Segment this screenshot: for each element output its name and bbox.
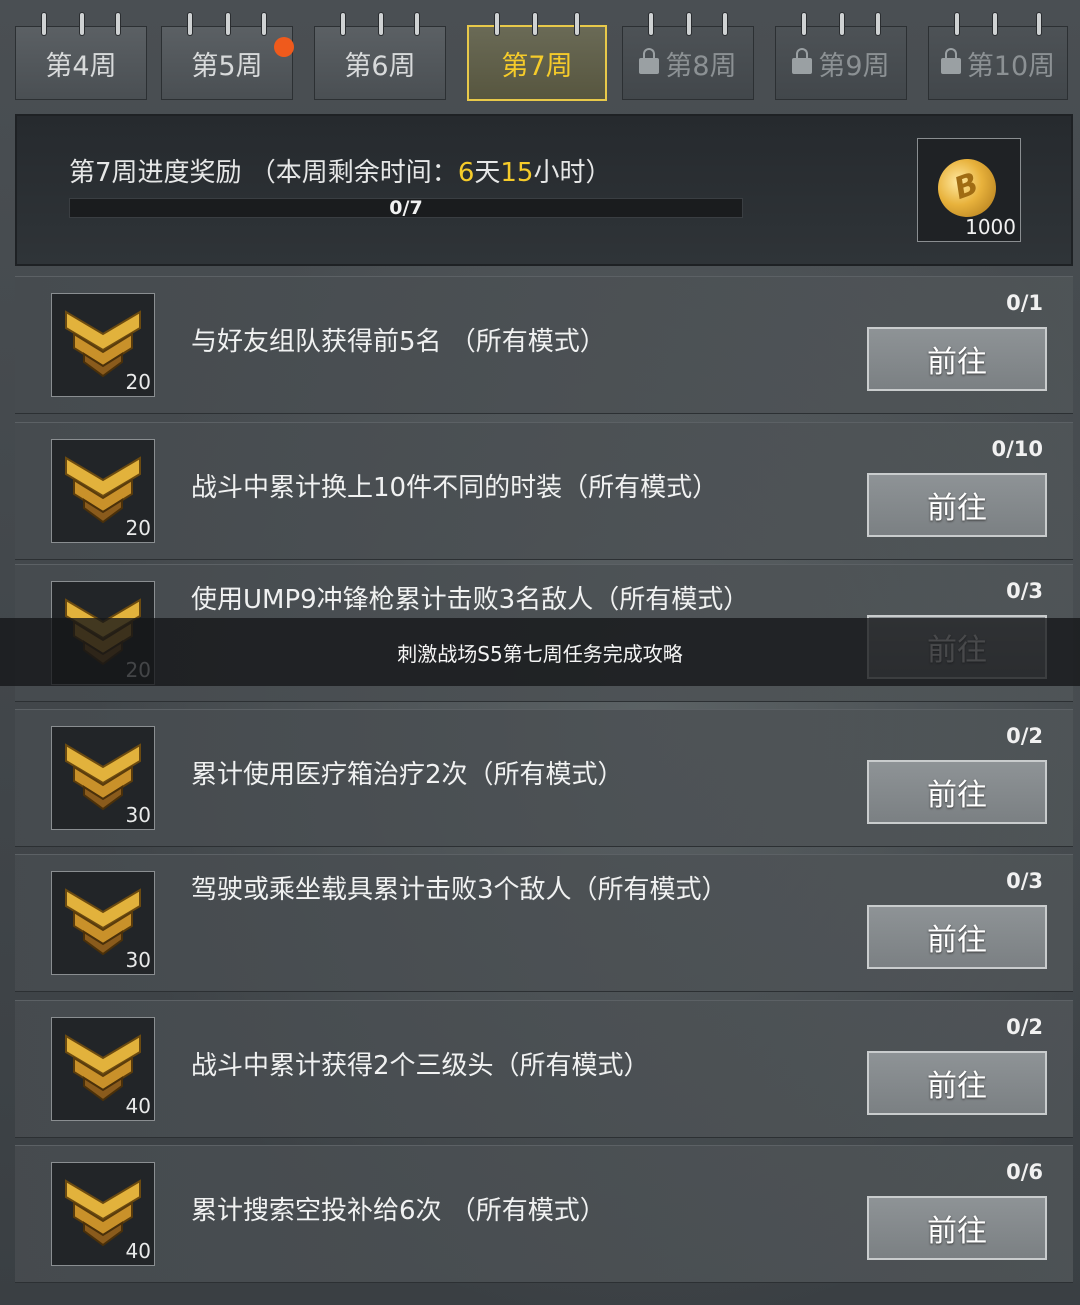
mission-row: 40 战斗中累计获得2个三级头（所有模式） 0/2 前往	[15, 1000, 1073, 1138]
progress-reward[interactable]: B 1000	[917, 138, 1021, 242]
mission-reward: 40	[51, 1017, 155, 1121]
tab-week-9[interactable]: 第9周	[775, 13, 907, 100]
mission-reward: 30	[51, 871, 155, 975]
mission-progress: 0/3	[1006, 579, 1043, 603]
mission-progress: 0/10	[991, 437, 1043, 461]
mission-row: 20 战斗中累计换上10件不同的时装（所有模式） 0/10 前往	[15, 422, 1073, 560]
go-button[interactable]: 前往	[867, 760, 1047, 824]
mission-progress: 0/2	[1006, 1015, 1043, 1039]
tab-label: 第6周	[344, 50, 416, 82]
go-button[interactable]: 前往	[867, 905, 1047, 969]
tab-label: 第10周	[966, 50, 1056, 82]
mission-points: 30	[125, 803, 151, 827]
caption-text: 刺激战场S5第七周任务完成攻略	[397, 641, 683, 666]
go-button[interactable]: 前往	[867, 327, 1047, 391]
mission-row: 20 与好友组队获得前5名 （所有模式） 0/1 前往	[15, 276, 1073, 414]
progress-count: 0/7	[389, 197, 423, 219]
tab-week-10[interactable]: 第10周	[928, 13, 1068, 100]
lock-icon	[639, 48, 660, 74]
mission-points: 20	[125, 516, 151, 540]
hours-remaining: 15	[500, 158, 534, 188]
mission-points: 40	[125, 1239, 151, 1263]
go-button[interactable]: 前往	[867, 1051, 1047, 1115]
mission-description: 累计搜索空投补给6次 （所有模式）	[191, 1196, 606, 1226]
tab-label: 第9周	[818, 50, 890, 82]
tab-week-8[interactable]: 第8周	[622, 13, 754, 100]
mission-row: 30 驾驶或乘坐载具累计击败3个敌人（所有模式） 0/3 前往	[15, 854, 1073, 992]
lock-icon	[792, 48, 813, 74]
tab-label: 第4周	[45, 50, 117, 82]
progress-bar: 0/7	[69, 197, 743, 219]
lock-icon	[940, 48, 961, 74]
mission-description: 使用UMP9冲锋枪累计击败3名敌人（所有模式）	[191, 585, 750, 615]
mission-reward: 20	[51, 439, 155, 543]
mission-reward: 40	[51, 1162, 155, 1266]
mission-row: 40 累计搜索空投补给6次 （所有模式） 0/6 前往	[15, 1145, 1073, 1283]
mission-points: 20	[125, 370, 151, 394]
mission-progress: 0/1	[1006, 291, 1043, 315]
caption-banner: 刺激战场S5第七周任务完成攻略	[0, 618, 1080, 686]
go-button[interactable]: 前往	[867, 473, 1047, 537]
mission-description: 战斗中累计获得2个三级头（所有模式）	[191, 1051, 650, 1081]
reward-quantity: 1000	[965, 215, 1016, 239]
mission-reward: 20	[51, 293, 155, 397]
go-button[interactable]: 前往	[867, 1196, 1047, 1260]
mission-progress: 0/3	[1006, 869, 1043, 893]
progress-title: 第7周进度奖励 （本周剩余时间：6天15小时）	[69, 158, 612, 188]
tab-label: 第8周	[665, 50, 737, 82]
tab-week-4[interactable]: 第4周	[15, 13, 147, 100]
days-remaining: 6	[457, 158, 475, 188]
tab-label: 第7周	[501, 50, 573, 82]
notification-dot-icon	[274, 37, 294, 57]
mission-description: 战斗中累计换上10件不同的时装（所有模式）	[191, 473, 719, 503]
mission-description: 驾驶或乘坐载具累计击败3个敌人（所有模式）	[191, 875, 728, 905]
tab-week-7[interactable]: 第7周	[467, 13, 607, 101]
week-tabs: 第4周 第5周 第6周 第7周 第8周 第9周 第10周	[15, 0, 1075, 104]
weekly-progress-panel: 第7周进度奖励 （本周剩余时间：6天15小时） 0/7 B 1000	[15, 114, 1073, 266]
mission-progress: 0/2	[1006, 724, 1043, 748]
tab-week-5[interactable]: 第5周	[161, 13, 294, 100]
mission-points: 40	[125, 1094, 151, 1118]
tab-label: 第5周	[191, 50, 263, 82]
mission-description: 与好友组队获得前5名 （所有模式）	[191, 327, 606, 357]
mission-description: 累计使用医疗箱治疗2次（所有模式）	[191, 760, 624, 790]
tab-week-6[interactable]: 第6周	[314, 13, 446, 100]
mission-reward: 30	[51, 726, 155, 830]
mission-points: 30	[125, 948, 151, 972]
mission-progress: 0/6	[1006, 1160, 1043, 1184]
mission-row: 30 累计使用医疗箱治疗2次（所有模式） 0/2 前往	[15, 709, 1073, 847]
